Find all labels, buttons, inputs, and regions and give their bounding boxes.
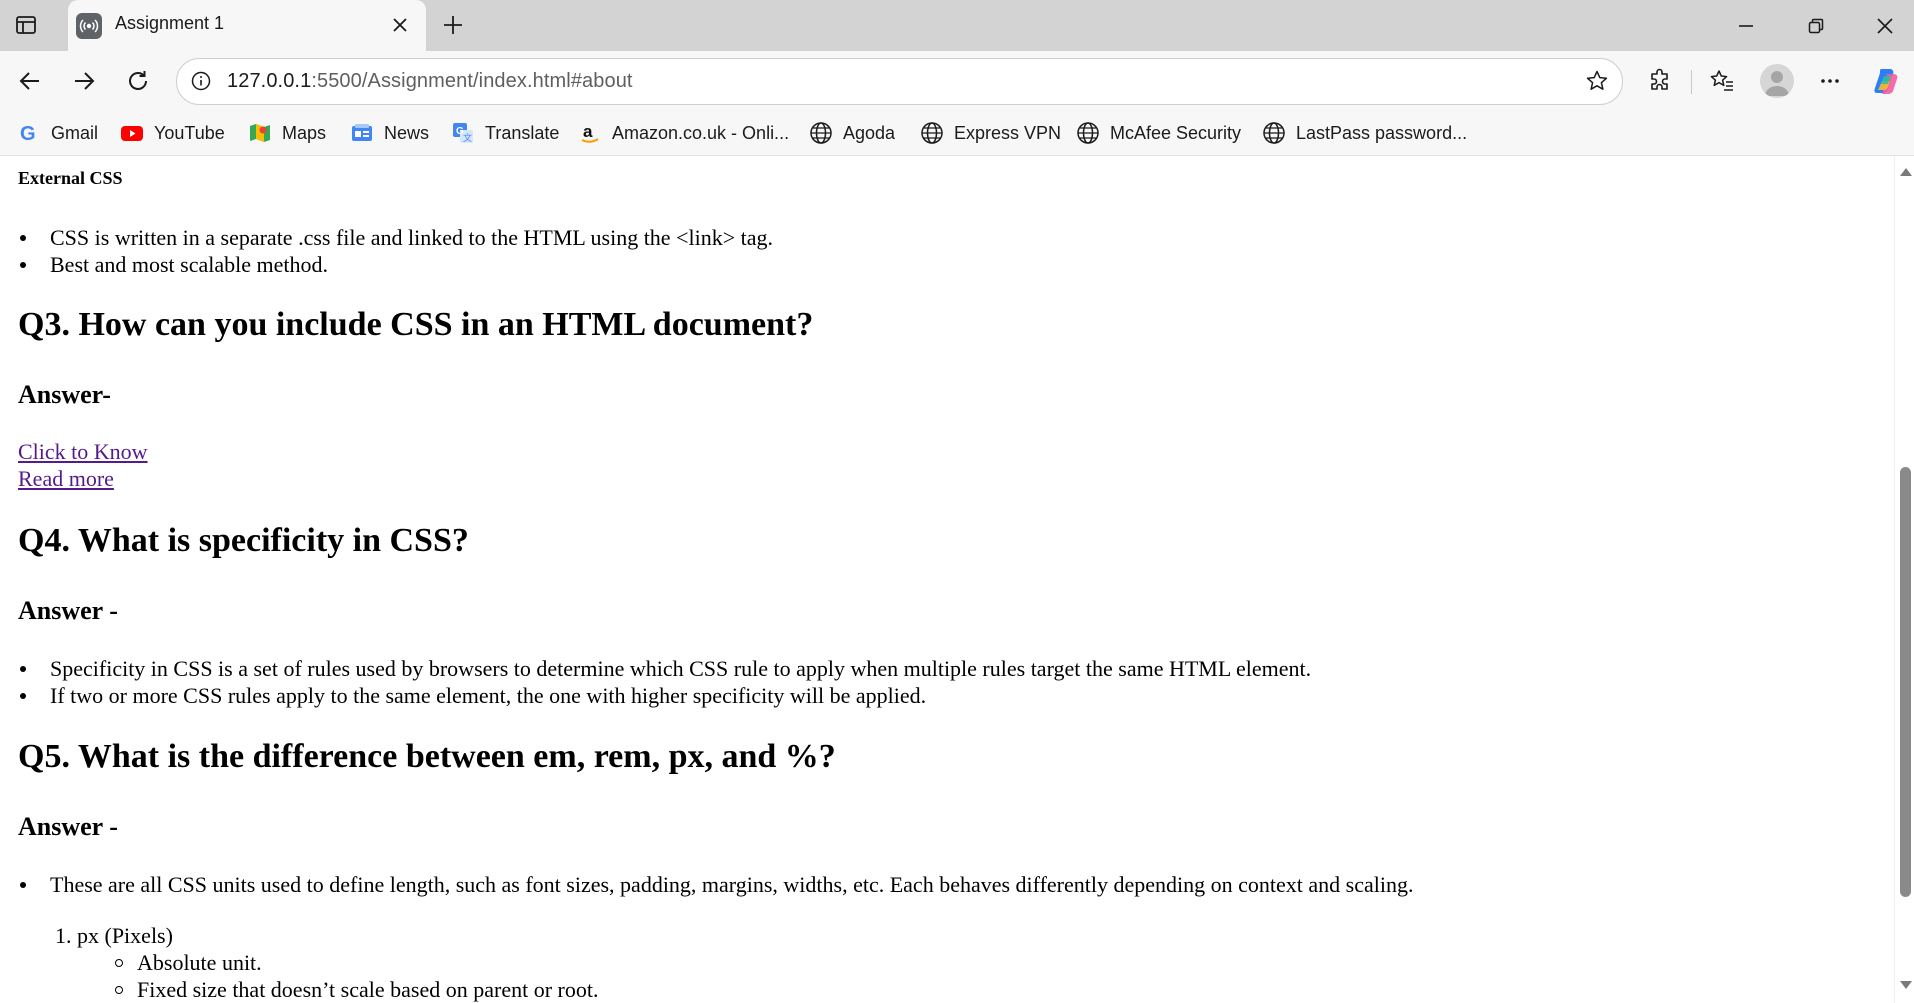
q5-answer-list: These are all CSS units used to define l…	[18, 871, 1413, 898]
list-item: CSS is written in a separate .css file a…	[18, 224, 773, 251]
external-css-list: CSS is written in a separate .css file a…	[18, 224, 773, 278]
url-host: 127.0.0.1	[227, 70, 312, 92]
globe-icon	[1076, 121, 1100, 145]
scrollbar-thumb[interactable]	[1900, 467, 1911, 897]
bookmark-label: Express VPN	[954, 122, 1062, 143]
bookmark-maps[interactable]: Maps	[248, 120, 326, 146]
svg-text:G: G	[20, 123, 36, 144]
bookmark-lastpass[interactable]: LastPass password...	[1262, 120, 1467, 146]
restore-icon[interactable]	[1803, 13, 1829, 39]
news-icon	[350, 121, 374, 145]
bookmark-label: Maps	[282, 122, 327, 143]
q5-item-px: 1. px (Pixels)	[55, 923, 173, 948]
title-bar: Assignment 1	[0, 0, 1914, 51]
list-item: Best and most scalable method.	[18, 251, 773, 278]
q5-heading: Q5. What is the difference between em, r…	[18, 738, 836, 775]
reload-icon[interactable]	[121, 64, 155, 98]
q4-answer-list: Specificity in CSS is a set of rules use…	[18, 655, 1311, 709]
copilot-icon[interactable]	[1869, 64, 1903, 98]
bookmark-label: Agoda	[843, 122, 896, 143]
page-scrollbar[interactable]	[1894, 156, 1914, 1003]
tab-actions-icon[interactable]	[13, 12, 39, 38]
globe-icon	[920, 121, 944, 145]
back-arrow-icon[interactable]	[13, 64, 47, 98]
gmail-icon: G	[17, 121, 41, 145]
profile-avatar[interactable]	[1760, 64, 1794, 98]
bookmark-news[interactable]: News	[350, 120, 429, 146]
q4-answer-label: Answer -	[18, 596, 118, 625]
svg-text:a: a	[583, 122, 593, 141]
translate-icon: G文	[451, 121, 475, 145]
bookmark-label: McAfee Security	[1110, 122, 1242, 143]
list-item: If two or more CSS rules apply to the sa…	[18, 682, 1311, 709]
list-item: Absolute unit.	[115, 949, 598, 976]
svg-text:文: 文	[463, 132, 472, 143]
amazon-icon: a	[578, 121, 602, 145]
bookmark-agoda[interactable]: Agoda	[809, 120, 895, 146]
bookmark-youtube[interactable]: YouTube	[120, 120, 225, 146]
scroll-up-arrow-icon[interactable]	[1900, 168, 1912, 176]
new-tab-icon[interactable]	[438, 10, 468, 40]
bookmark-label: Amazon.co.uk - Onli...	[612, 122, 790, 143]
bookmark-label: News	[384, 122, 430, 143]
bookmarks-bar: G Gmail YouTube Maps News G文 Translate a…	[0, 111, 1914, 156]
bookmark-mcafee[interactable]: McAfee Security	[1076, 120, 1241, 146]
bookmark-express-vpn[interactable]: Express VPN	[920, 120, 1061, 146]
favorites-icon[interactable]	[1705, 64, 1739, 98]
url-path: :5500/Assignment/index.html#about	[311, 70, 633, 92]
forward-arrow-icon[interactable]	[67, 64, 101, 98]
minimize-icon[interactable]	[1733, 13, 1759, 39]
q3-heading: Q3. How can you include CSS in an HTML d…	[18, 306, 814, 343]
bookmark-label: Gmail	[51, 122, 99, 143]
address-bar[interactable]: 127.0.0.1:5500/Assignment/index.html#abo…	[176, 58, 1623, 105]
url-text[interactable]: 127.0.0.1:5500/Assignment/index.html#abo…	[227, 70, 633, 93]
star-icon[interactable]	[1584, 68, 1610, 94]
site-info-icon[interactable]	[189, 69, 213, 93]
maps-icon	[248, 121, 272, 145]
click-to-know-link[interactable]: Click to Know	[18, 438, 148, 465]
bookmark-gmail[interactable]: G Gmail	[17, 120, 98, 146]
browser-toolbar: 127.0.0.1:5500/Assignment/index.html#abo…	[0, 51, 1914, 111]
bookmark-amazon[interactable]: a Amazon.co.uk - Onli...	[578, 120, 789, 146]
q3-links: Click to Know Read more	[18, 438, 148, 492]
bookmark-translate[interactable]: G文 Translate	[451, 120, 559, 146]
more-options-icon[interactable]	[1813, 64, 1847, 98]
bookmark-label: Translate	[485, 122, 560, 143]
external-css-heading: External CSS	[18, 168, 123, 188]
broadcast-icon	[76, 13, 102, 39]
list-item: Fixed size that doesn’t scale based on p…	[115, 976, 598, 1003]
q4-heading: Q4. What is specificity in CSS?	[18, 522, 469, 559]
bookmark-label: YouTube	[154, 122, 225, 143]
globe-icon	[809, 121, 833, 145]
close-tab-icon[interactable]	[388, 13, 412, 37]
q5-answer-label: Answer -	[18, 812, 118, 841]
bookmark-label: LastPass password...	[1296, 122, 1468, 143]
q5-px-points: Absolute unit. Fixed size that doesn’t s…	[115, 949, 598, 1003]
page-content: External CSS CSS is written in a separat…	[0, 156, 1894, 1003]
globe-icon	[1262, 121, 1286, 145]
read-more-link[interactable]: Read more	[18, 465, 148, 492]
q3-answer-label: Answer-	[18, 380, 111, 409]
close-window-icon[interactable]	[1872, 13, 1898, 39]
youtube-icon	[120, 121, 144, 145]
extensions-icon[interactable]	[1643, 64, 1677, 98]
tab-title: Assignment 1	[115, 13, 225, 33]
scroll-down-arrow-icon[interactable]	[1900, 981, 1912, 989]
list-item: These are all CSS units used to define l…	[18, 871, 1413, 898]
browser-tab[interactable]: Assignment 1	[68, 0, 426, 51]
list-item: Specificity in CSS is a set of rules use…	[18, 655, 1311, 682]
toolbar-divider	[1691, 70, 1692, 94]
